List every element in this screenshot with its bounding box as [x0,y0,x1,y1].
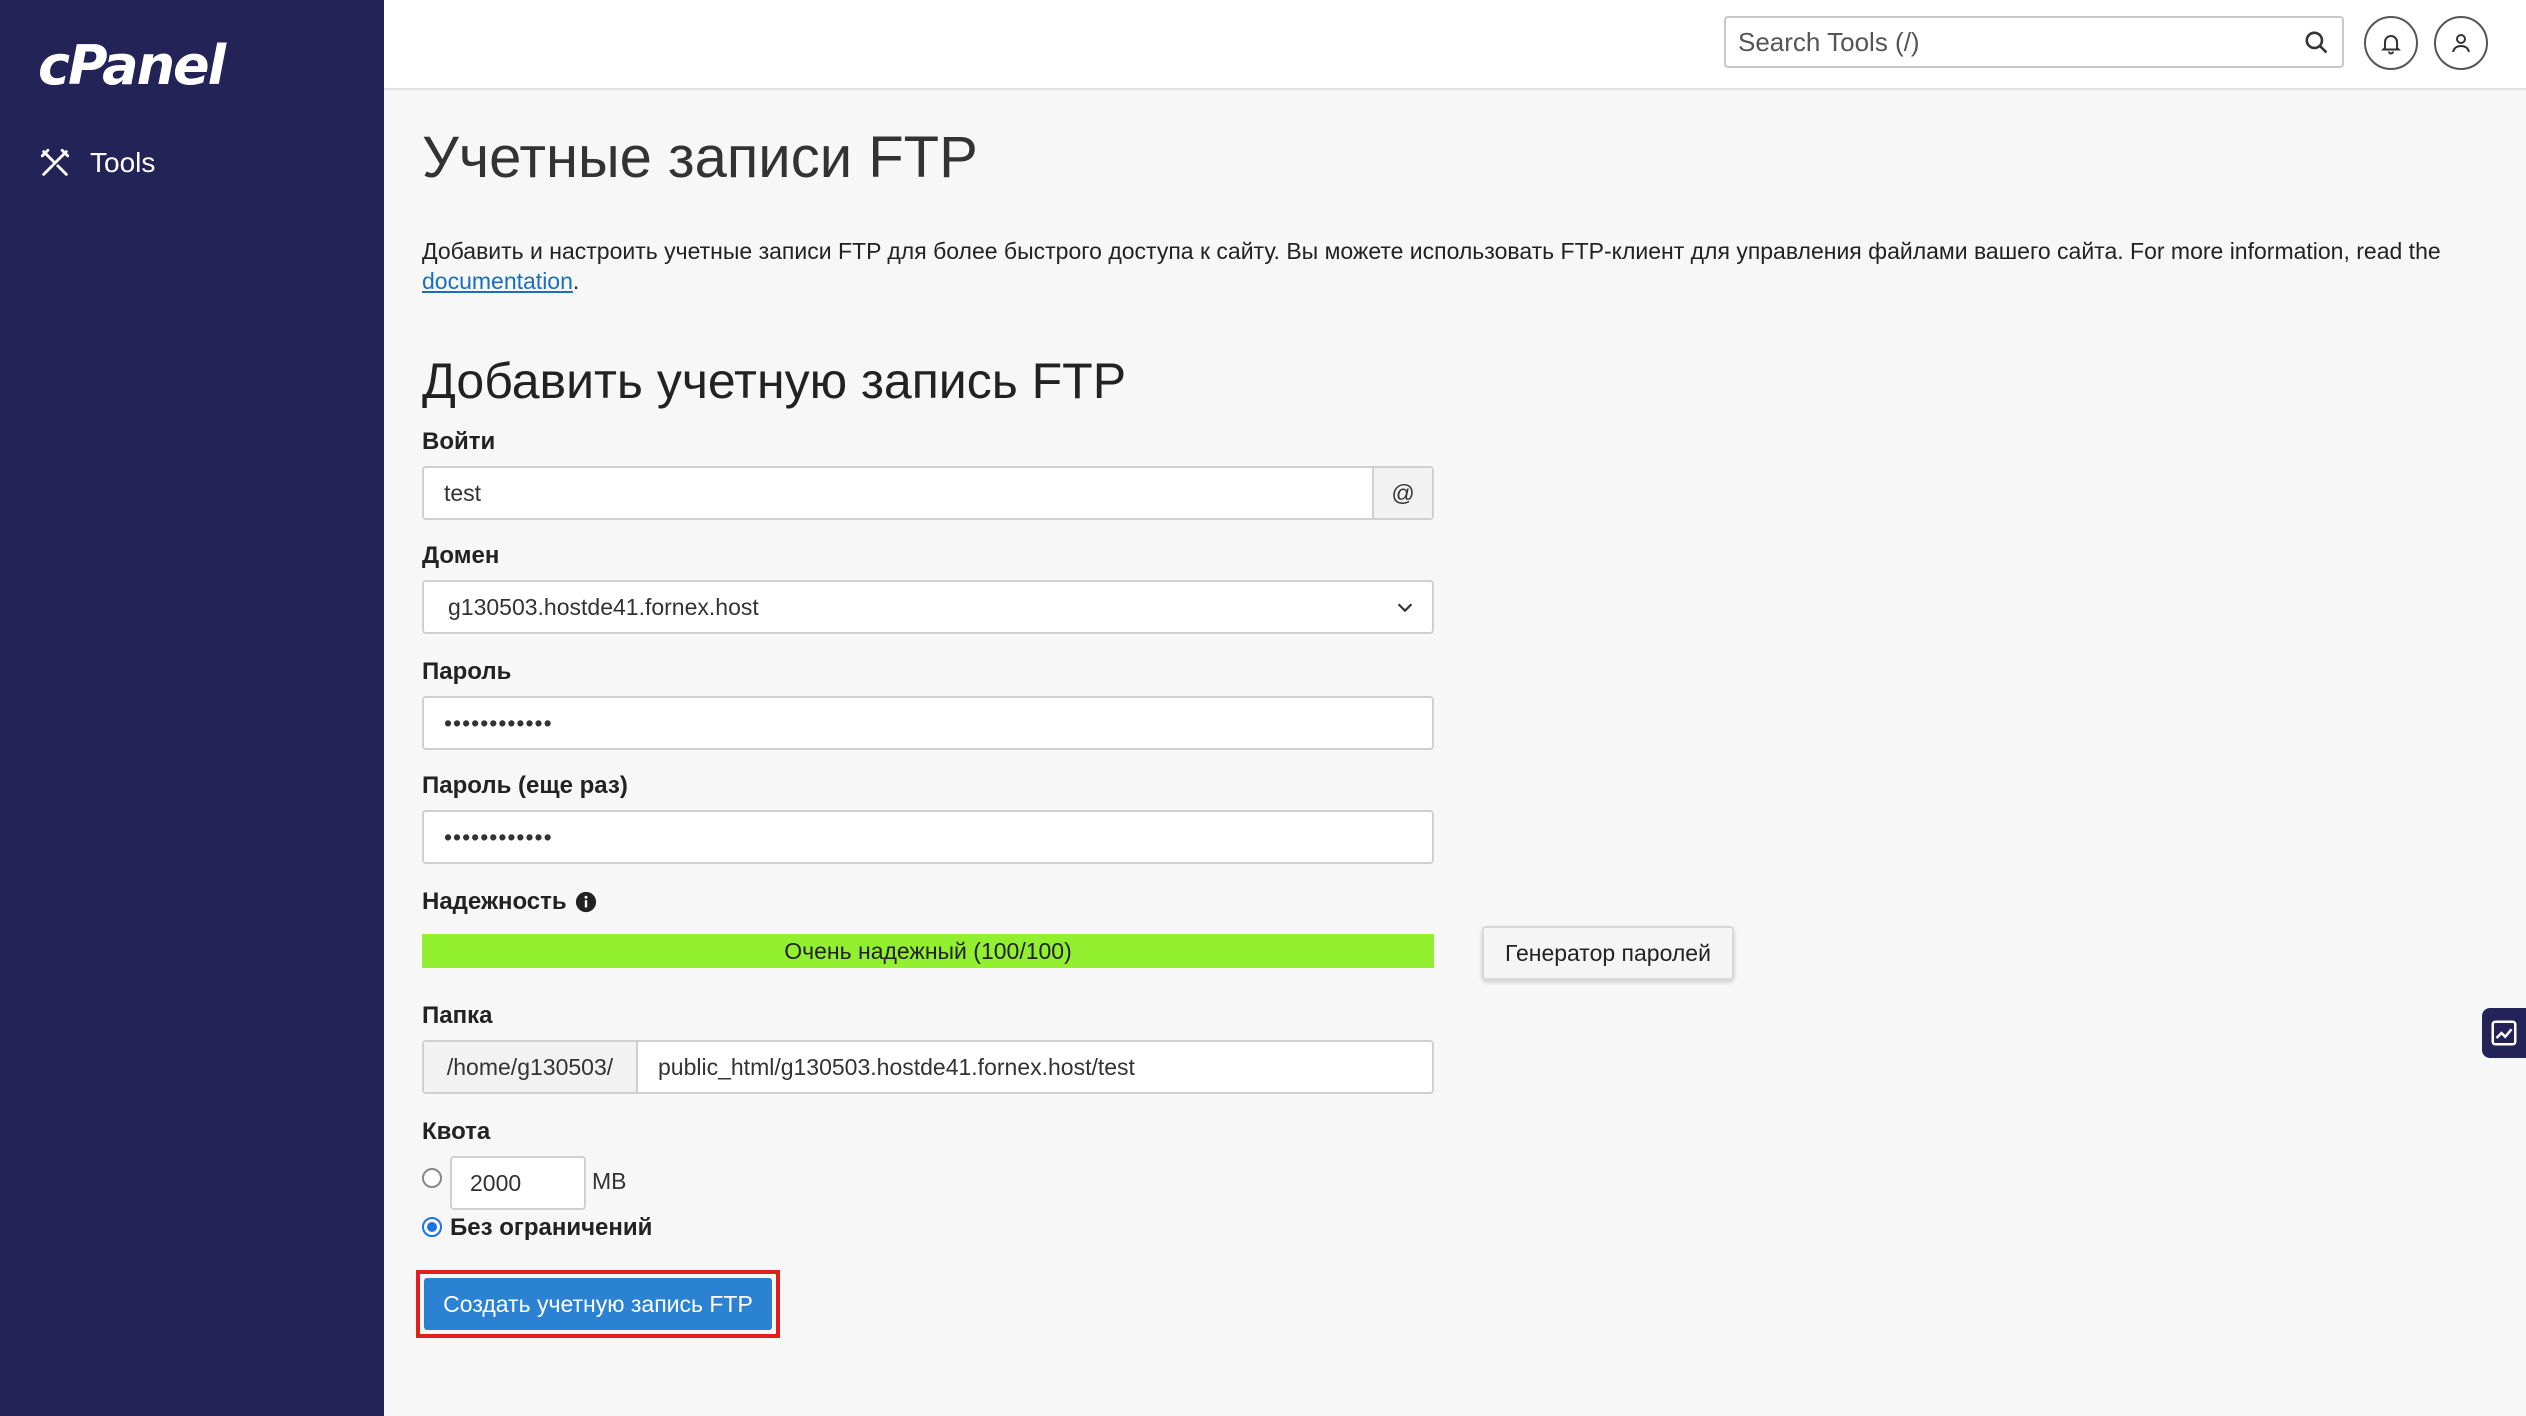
sidebar-item-tools[interactable]: Tools [38,146,155,180]
tools-icon [40,148,70,176]
stats-side-tab[interactable] [2482,1008,2526,1058]
folder-prefix: /home/g130503/ [424,1042,638,1092]
quota-limited-radio[interactable] [422,1168,442,1188]
domain-label: Домен [422,542,500,569]
sidebar: cPanel Tools [0,0,384,1416]
search-input[interactable] [1726,19,2290,65]
domain-selected-value: g130503.hostde41.fornex.host [448,593,759,620]
user-menu-button[interactable] [2434,16,2488,70]
password-input[interactable] [424,699,1432,747]
quota-input[interactable] [450,1156,586,1210]
password-again-label: Пароль (еще раз) [422,772,628,799]
intro-end: . [572,268,580,294]
strength-label: Надежность [422,888,567,915]
password-label: Пароль [422,658,512,685]
strength-meter: Очень надежный (100/100) [422,934,1434,968]
notifications-button[interactable] [2364,16,2418,70]
documentation-link[interactable]: documentation [422,268,573,294]
quota-unlimited-radio[interactable] [422,1217,442,1237]
password-field [422,696,1434,750]
password-generator-button[interactable]: Генератор паролей [1482,926,1734,980]
strength-label-row: Надежность [422,888,597,916]
folder-field-group: /home/g130503/ [422,1040,1434,1094]
login-input[interactable] [424,469,1372,517]
top-header [384,0,2526,90]
sidebar-item-label: Tools [90,147,156,178]
quota-label: Квота [422,1118,491,1145]
search-icon[interactable] [2290,29,2342,55]
login-label: Войти [422,428,496,455]
create-ftp-account-button[interactable]: Создать учетную запись FTP [424,1278,772,1330]
at-addon: @ [1372,468,1432,518]
folder-label: Папка [422,1002,493,1029]
quota-unlimited-label[interactable]: Без ограничений [450,1214,652,1242]
folder-input[interactable] [638,1043,1432,1091]
page-title: Учетные записи FTP [422,125,978,190]
search-box [1724,16,2344,68]
cpanel-logo[interactable]: cPanel [38,34,226,97]
section-title: Добавить учетную запись FTP [422,353,1127,409]
user-icon [2452,34,2470,53]
quota-unit: MB [592,1168,627,1194]
chevron-down-icon [1397,603,1413,613]
chart-trend-icon [2491,1020,2517,1046]
bell-icon [2381,35,2401,55]
submit-highlight: Создать учетную запись FTP [416,1270,780,1338]
login-field-group: @ [422,466,1434,520]
info-icon[interactable] [575,891,597,913]
intro-body: Добавить и настроить учетные записи FTP … [422,238,2441,264]
password-again-field [422,810,1434,864]
password-again-input[interactable] [424,813,1432,861]
domain-select[interactable]: g130503.hostde41.fornex.host [422,580,1434,634]
intro-text: Добавить и настроить учетные записи FTP … [422,236,2492,296]
